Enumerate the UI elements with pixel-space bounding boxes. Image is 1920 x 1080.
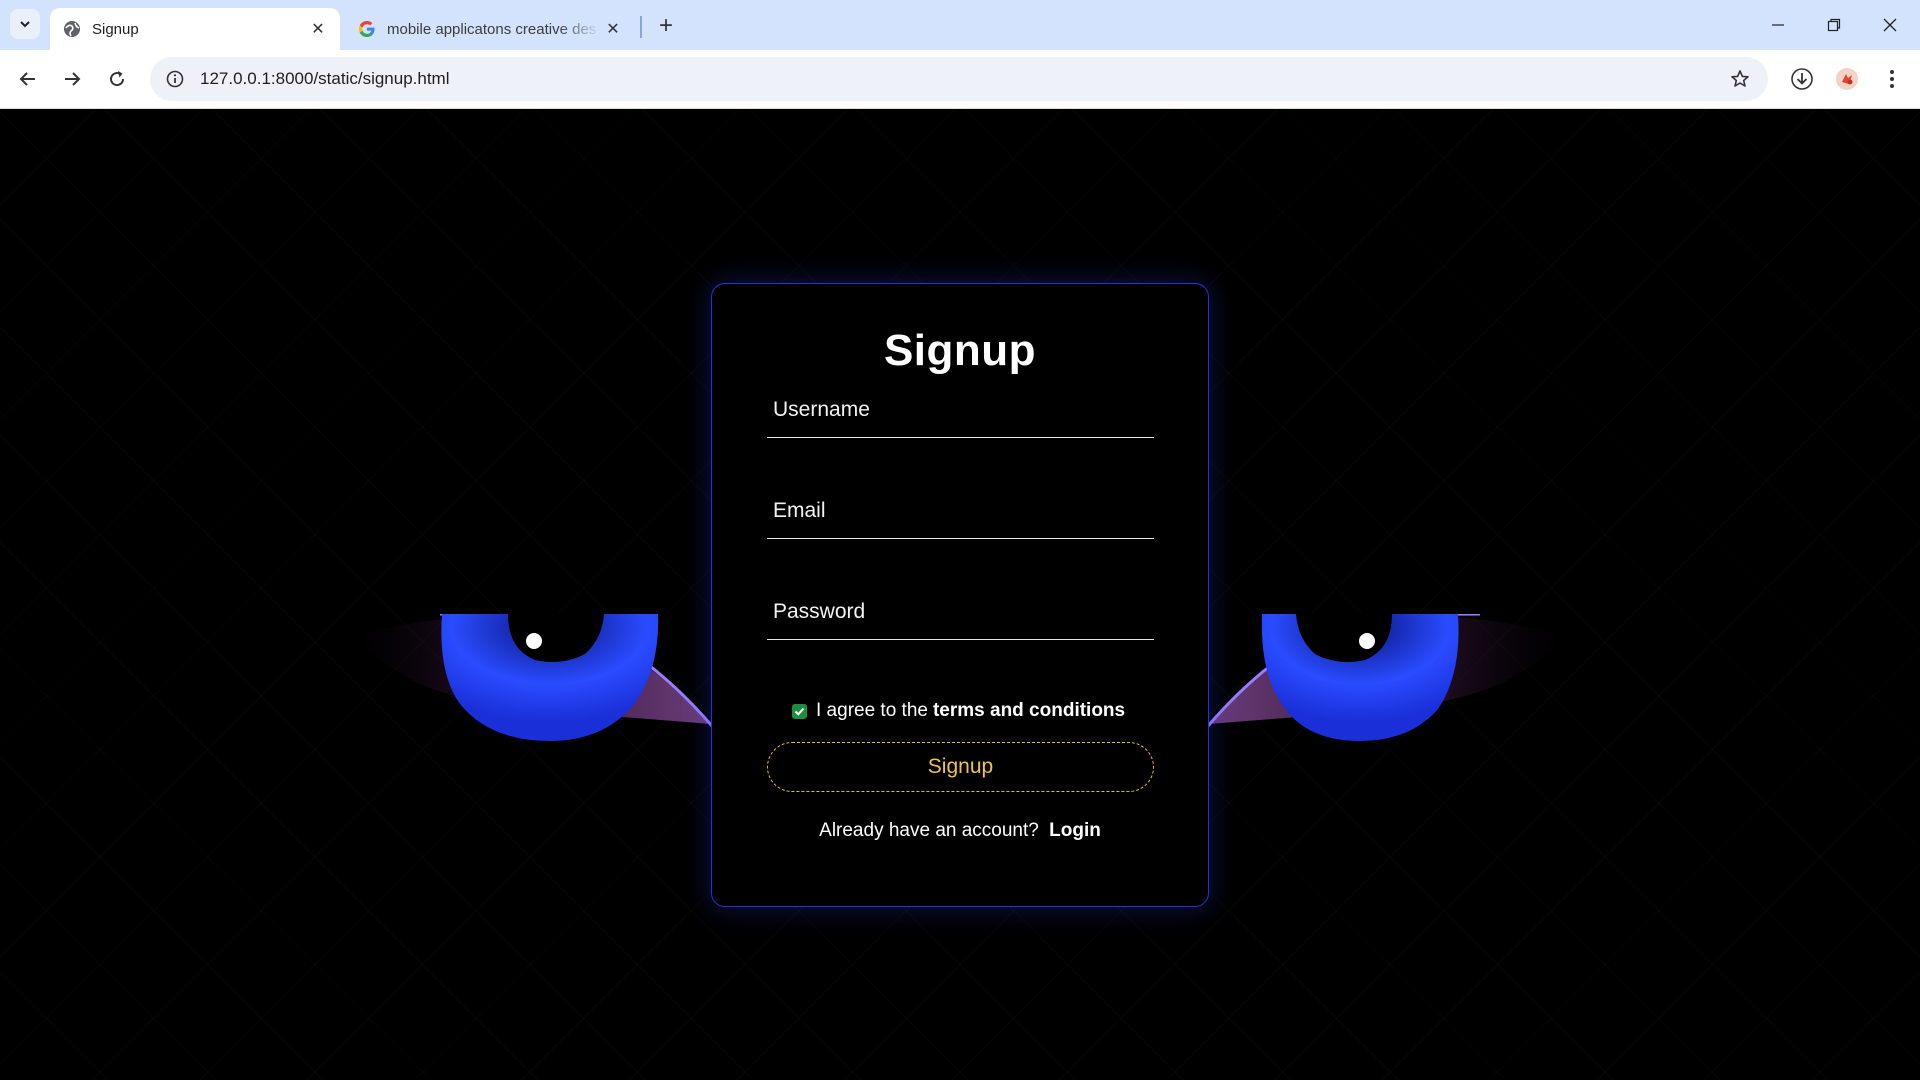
tab-signup[interactable]: Signup ✕ [50, 8, 340, 50]
terms-checkbox[interactable] [792, 703, 807, 719]
globe-icon [62, 19, 82, 39]
extension-icon[interactable] [1831, 63, 1863, 95]
google-icon [357, 19, 377, 39]
right-eye-illustration [1206, 614, 1568, 741]
tab-search-button[interactable] [10, 9, 40, 39]
login-prompt: Already have an account? Login [712, 820, 1208, 842]
close-icon[interactable]: ✕ [601, 17, 625, 41]
login-link[interactable]: Login [1049, 820, 1101, 841]
password-field [767, 585, 1154, 640]
url-text: 127.0.0.1:8000/static/signup.html [200, 69, 450, 88]
username-field [767, 383, 1154, 438]
minimize-icon[interactable] [1750, 0, 1806, 50]
tab-search-icon [20, 21, 30, 28]
site-info-icon[interactable] [164, 68, 186, 90]
page-title: Signup [883, 326, 1037, 375]
email-input[interactable] [767, 484, 1154, 538]
menu-icon[interactable] [1876, 63, 1908, 95]
terms-agreement: I agree to the terms and conditions [792, 700, 1125, 722]
close-icon[interactable]: ✕ [306, 17, 330, 41]
tab-google-search[interactable]: mobile applicatons creative des ✕ [345, 8, 635, 50]
restore-icon[interactable] [1806, 0, 1862, 50]
tab-strip: Signup ✕ mobile applicatons creative des… [0, 0, 1920, 50]
email-field [767, 484, 1154, 539]
browser-toolbar: 127.0.0.1:8000/static/signup.html [0, 50, 1920, 109]
login-prompt-text: Already have an account? [819, 820, 1039, 841]
password-input[interactable] [767, 585, 1154, 639]
window-close-icon[interactable] [1862, 0, 1918, 50]
download-icon[interactable] [1786, 63, 1818, 95]
back-icon[interactable] [12, 63, 44, 95]
address-bar[interactable]: 127.0.0.1:8000/static/signup.html [150, 57, 1768, 101]
checkmark-icon [794, 707, 805, 716]
terms-link[interactable]: terms and conditions [933, 700, 1125, 722]
username-input[interactable] [767, 383, 1154, 437]
reload-icon[interactable] [101, 63, 133, 95]
signup-button[interactable]: Signup [767, 742, 1154, 792]
plus-icon[interactable]: + [652, 12, 680, 40]
signup-card: Signup I agree to the terms and conditio… [711, 283, 1209, 907]
page-background: Signup I agree to the terms and conditio… [0, 109, 1920, 1080]
tab-separator [640, 16, 642, 38]
forward-icon[interactable] [56, 63, 88, 95]
tab-title: mobile applicatons creative des [387, 20, 597, 38]
left-eye-illustration [352, 614, 714, 741]
terms-prefix: I agree to the [816, 700, 928, 721]
tab-title: Signup [92, 20, 139, 38]
star-icon[interactable] [1728, 67, 1752, 91]
